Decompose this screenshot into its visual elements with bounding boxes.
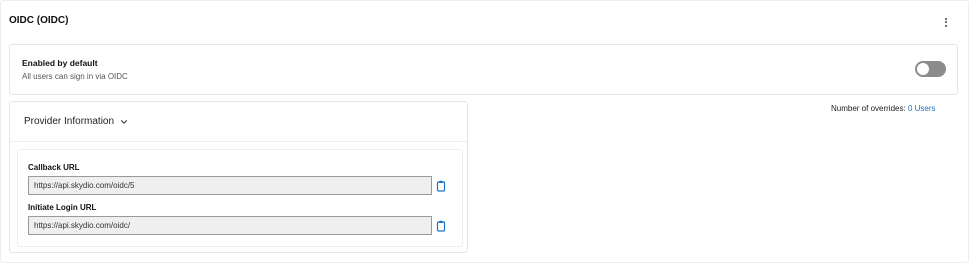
chevron-down-icon bbox=[120, 119, 128, 124]
oidc-settings-page: OIDC (OIDC) Enabled by default All users… bbox=[0, 0, 971, 270]
enabled-by-default-card: Enabled by default All users can sign in… bbox=[9, 44, 958, 95]
section-title: OIDC (OIDC) bbox=[9, 15, 69, 26]
enabled-by-default-title: Enabled by default bbox=[22, 58, 98, 68]
provider-information-toggle[interactable]: Provider Information bbox=[10, 102, 467, 142]
callback-url-label: Callback URL bbox=[28, 163, 80, 172]
initiate-login-url-label: Initiate Login URL bbox=[28, 203, 97, 212]
provider-information-card: Provider Information Callback URL https:… bbox=[9, 101, 468, 253]
provider-urls: Callback URL https://api.skydio.com/oidc… bbox=[17, 149, 463, 247]
enabled-by-default-toggle[interactable] bbox=[915, 61, 946, 77]
initiate-login-url-field[interactable]: https://api.skydio.com/oidc/ bbox=[28, 216, 432, 235]
overrides-users-link[interactable]: 0 Users bbox=[908, 104, 936, 113]
more-vertical-icon[interactable] bbox=[941, 15, 951, 29]
clipboard-icon[interactable] bbox=[436, 220, 446, 232]
toggle-knob bbox=[917, 63, 929, 75]
callback-url-field[interactable]: https://api.skydio.com/oidc/5 bbox=[28, 176, 432, 195]
overrides-label: Number of overrides: bbox=[831, 104, 906, 113]
overrides-count: Number of overrides: 0 Users bbox=[831, 104, 936, 113]
enabled-by-default-description: All users can sign in via OIDC bbox=[22, 72, 128, 81]
provider-information-label: Provider Information bbox=[24, 116, 115, 127]
clipboard-icon[interactable] bbox=[436, 180, 446, 192]
